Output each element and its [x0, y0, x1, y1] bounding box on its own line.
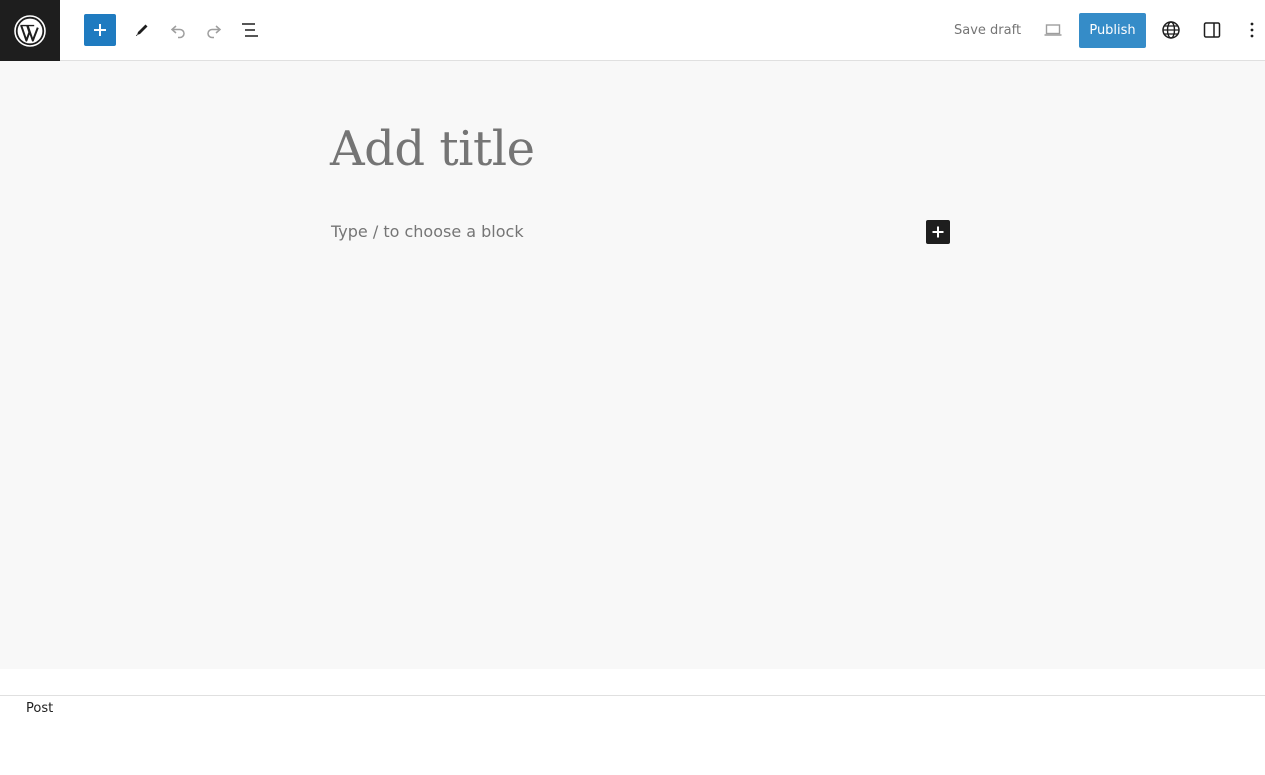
pencil-icon: [136, 24, 148, 36]
list-view-button[interactable]: [232, 12, 268, 48]
post-title-input[interactable]: Add title: [330, 121, 535, 177]
globe-icon: [1162, 21, 1180, 39]
options-menu-button[interactable]: [1234, 12, 1265, 48]
redo-button[interactable]: [196, 12, 232, 48]
editor-canvas: Add title Type / to choose a block: [0, 61, 1265, 669]
view-site-button[interactable]: [1153, 12, 1189, 48]
block-placeholder-text[interactable]: Type / to choose a block: [331, 222, 524, 241]
redo-icon: [207, 25, 222, 39]
undo-button[interactable]: [160, 12, 196, 48]
sidebar-toggle-icon: [1203, 22, 1221, 38]
plus-icon: [94, 24, 106, 36]
preview-button[interactable]: [1035, 12, 1071, 48]
wordpress-logo-button[interactable]: [0, 0, 60, 61]
plus-icon: [932, 226, 944, 238]
list-view-icon: [242, 23, 258, 37]
wordpress-logo-icon: [14, 14, 46, 47]
editor-header: Save draft Publish: [0, 0, 1265, 61]
undo-icon: [170, 25, 185, 39]
more-vertical-icon: [1250, 22, 1254, 38]
publish-button[interactable]: Publish: [1079, 13, 1146, 48]
save-draft-button[interactable]: Save draft: [944, 12, 1031, 48]
settings-toggle-button[interactable]: [1194, 12, 1230, 48]
laptop-icon: [1044, 24, 1062, 36]
inline-block-inserter-button[interactable]: [926, 220, 950, 244]
editor-footer: Post: [0, 695, 1265, 775]
tools-button[interactable]: [124, 12, 160, 48]
block-inserter-toggle-button[interactable]: [84, 14, 116, 46]
block-breadcrumb[interactable]: Post: [26, 701, 53, 716]
